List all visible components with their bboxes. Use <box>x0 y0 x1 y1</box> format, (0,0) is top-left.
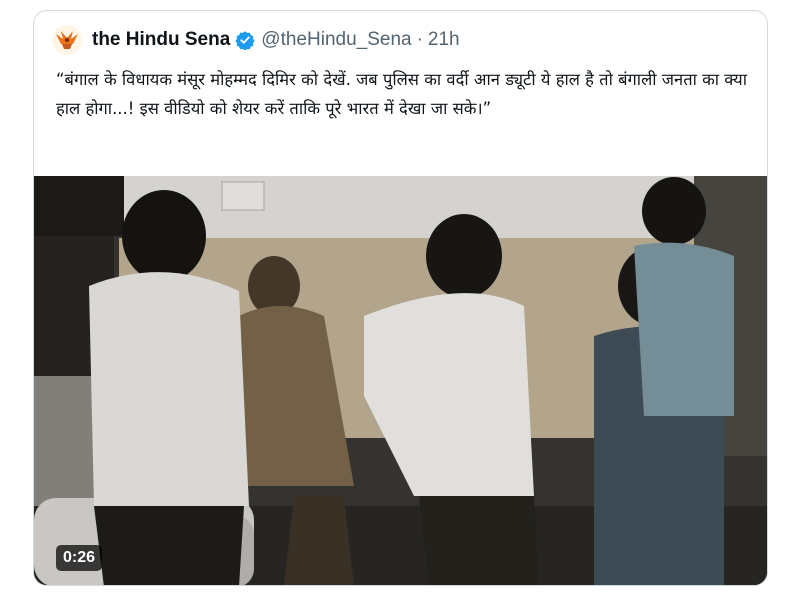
timestamp[interactable]: 21h <box>428 29 460 51</box>
display-name[interactable]: the Hindu Sena <box>92 29 230 51</box>
video-duration: 0:26 <box>56 545 103 571</box>
tweet-card[interactable]: the Hindu Sena @theHindu_Sena · 21h “बंग… <box>33 10 768 586</box>
video-player[interactable]: 0:26 <box>34 176 767 585</box>
verified-badge-icon <box>235 30 255 50</box>
handle[interactable]: @theHindu_Sena <box>261 29 411 51</box>
saffron-emblem-icon <box>56 31 78 49</box>
tweet-text: “बंगाल के विधायक मंसूर मोहम्मद दिमिर को … <box>56 70 747 118</box>
video-frame <box>34 176 767 585</box>
avatar[interactable] <box>52 25 82 55</box>
separator-dot: · <box>416 29 423 50</box>
tweet-header: the Hindu Sena @theHindu_Sena · 21h <box>52 25 460 55</box>
